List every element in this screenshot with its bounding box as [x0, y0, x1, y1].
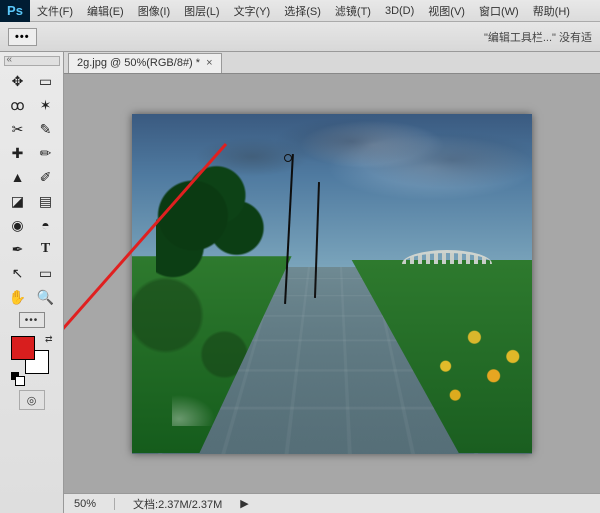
zoom-value[interactable]: 50% [74, 498, 96, 510]
option-bar: ••• "编辑工具栏..." 没有适 [0, 22, 600, 52]
menu-edit[interactable]: 编辑(E) [80, 3, 131, 19]
brush-tool[interactable]: ✏ [33, 142, 59, 164]
eyedropper-tool[interactable]: ✎ [33, 118, 59, 140]
swap-colors-icon[interactable]: ⇄ [45, 334, 53, 345]
tool-preset-button[interactable]: ••• [8, 28, 37, 46]
marquee-tool[interactable]: ▭ [33, 70, 59, 92]
edit-toolbar-button[interactable]: ••• [19, 312, 45, 328]
menu-select[interactable]: 选择(S) [277, 3, 328, 19]
healing-tool[interactable]: ✚ [5, 142, 31, 164]
document-area: 2g.jpg @ 50%(RGB/8#) * × [64, 52, 600, 513]
move-tool[interactable]: ✥ [5, 70, 31, 92]
path-tool[interactable]: ↖ [5, 262, 31, 284]
menu-layer[interactable]: 图层(L) [177, 3, 226, 19]
status-sep [114, 498, 115, 510]
menu-file[interactable]: 文件(F) [30, 3, 80, 19]
foreground-color[interactable] [11, 336, 35, 360]
canvas[interactable] [132, 114, 532, 454]
type-tool[interactable]: T [33, 238, 59, 260]
doc-size-label: 文档:2.37M/2.37M [133, 496, 222, 512]
menu-type[interactable]: 文字(Y) [227, 3, 278, 19]
pen-tool[interactable]: ✒ [5, 238, 31, 260]
document-tab-label: 2g.jpg @ 50%(RGB/8#) * [77, 57, 200, 69]
canvas-viewport[interactable] [64, 74, 600, 493]
toolbox: ✥ ▭ ꝏ ✶ ✂ ✎ ✚ ✏ ▲ ✐ ◪ ▤ ◉ ◓ ✒ T ↖ ▭ ✋ 🔍 [0, 52, 64, 513]
document-tab[interactable]: 2g.jpg @ 50%(RGB/8#) * × [68, 53, 222, 73]
scene-sprinkler [172, 356, 242, 426]
eraser-tool[interactable]: ◪ [5, 190, 31, 212]
stamp-tool[interactable]: ▲ [5, 166, 31, 188]
crop-tool[interactable]: ✂ [5, 118, 31, 140]
default-colors-icon[interactable] [11, 372, 23, 384]
toolbox-collapse[interactable] [4, 56, 60, 66]
history-brush-tool[interactable]: ✐ [33, 166, 59, 188]
menu-help[interactable]: 帮助(H) [526, 3, 577, 19]
blur-tool[interactable]: ◉ [5, 214, 31, 236]
option-hint: "编辑工具栏..." 没有适 [484, 29, 592, 45]
shape-tool[interactable]: ▭ [33, 262, 59, 284]
document-tabbar: 2g.jpg @ 50%(RGB/8#) * × [64, 52, 600, 74]
tool-grid: ✥ ▭ ꝏ ✶ ✂ ✎ ✚ ✏ ▲ ✐ ◪ ▤ ◉ ◓ ✒ T ↖ ▭ ✋ 🔍 [5, 70, 59, 308]
menu-window[interactable]: 窗口(W) [472, 3, 526, 19]
menu-image[interactable]: 图像(I) [131, 3, 177, 19]
app-logo: Ps [0, 0, 30, 22]
lasso-tool[interactable]: ꝏ [5, 94, 31, 116]
hand-tool[interactable]: ✋ [5, 286, 31, 308]
zoom-tool[interactable]: 🔍 [33, 286, 59, 308]
status-bar: 50% 文档:2.37M/2.37M ▶ [64, 493, 600, 513]
dodge-tool[interactable]: ◓ [33, 214, 59, 236]
status-more-icon[interactable]: ▶ [240, 497, 248, 510]
scene-trees [156, 134, 324, 338]
color-swatches: ⇄ [7, 334, 57, 384]
menu-bar: Ps 文件(F) 编辑(E) 图像(I) 图层(L) 文字(Y) 选择(S) 滤… [0, 0, 600, 22]
close-icon[interactable]: × [206, 57, 212, 69]
quickselect-tool[interactable]: ✶ [33, 94, 59, 116]
quickmask-toggle[interactable]: ◎ [19, 390, 45, 410]
menu-3d[interactable]: 3D(D) [378, 5, 421, 17]
gradient-tool[interactable]: ▤ [33, 190, 59, 212]
menu-filter[interactable]: 滤镜(T) [328, 3, 378, 19]
menu-view[interactable]: 视图(V) [421, 3, 472, 19]
